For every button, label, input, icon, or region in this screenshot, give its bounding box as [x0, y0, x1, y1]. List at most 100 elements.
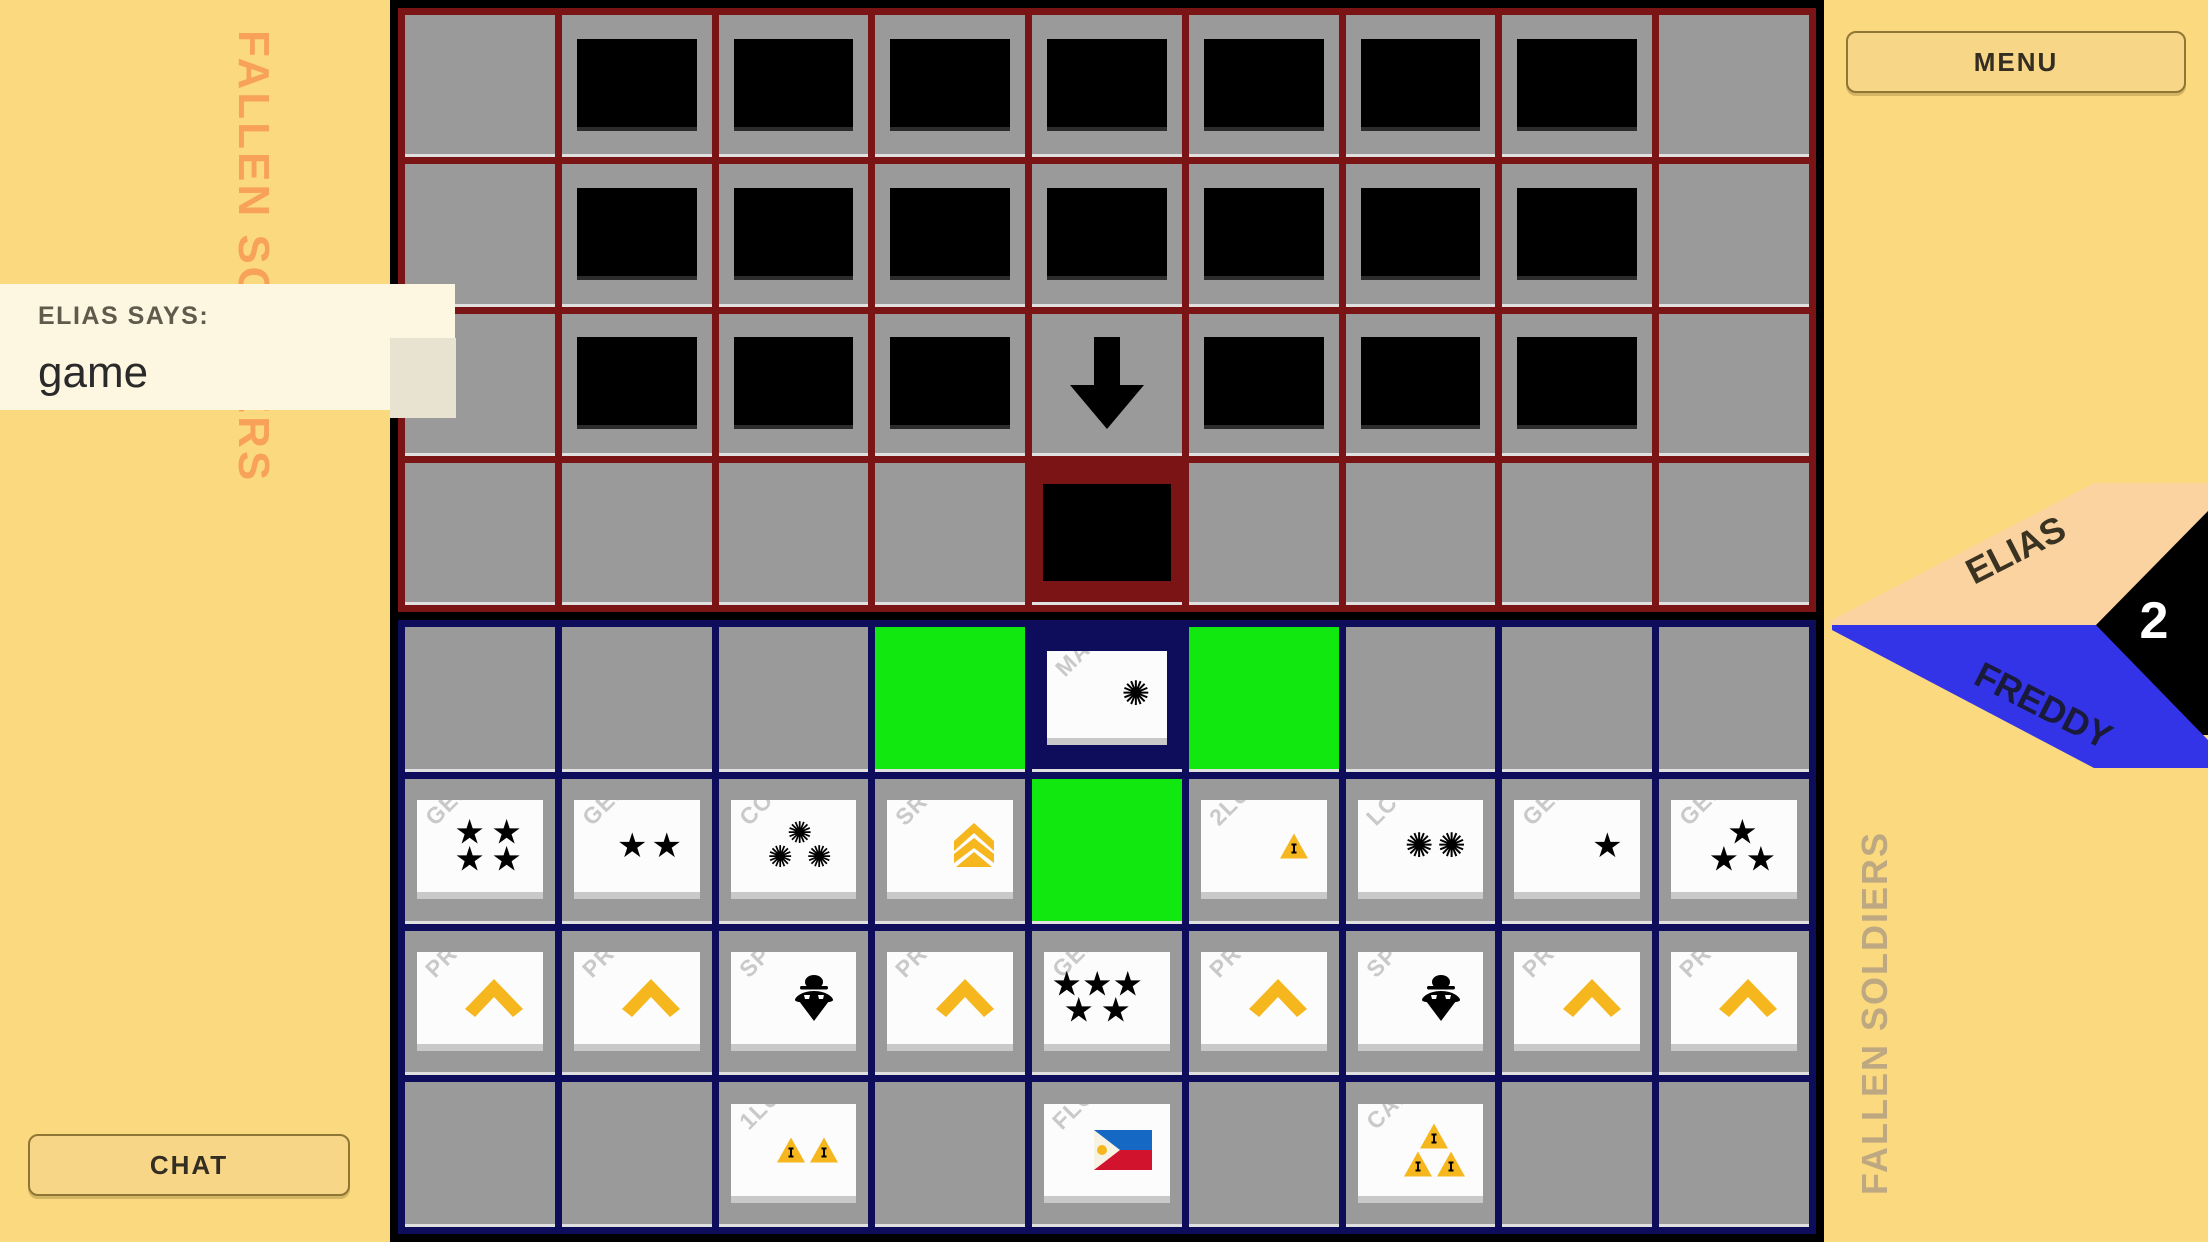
board-cell-enemy-hidden-piece[interactable] — [875, 15, 1026, 158]
board-cell-player-piece[interactable]: GEN ★ — [1502, 778, 1653, 924]
board-cell-enemy-hidden-piece[interactable] — [1188, 313, 1339, 456]
player-piece-card: GEN ★ ★ — [573, 800, 700, 900]
turn-number: 2 — [2140, 592, 2169, 650]
menu-button[interactable]: MENU — [1846, 31, 2186, 93]
board-cell-enemy-hidden-piece[interactable] — [1345, 164, 1496, 307]
board-cell-enemy-hidden-piece[interactable] — [1502, 15, 1653, 158]
piece-insignia: ✺ — [1122, 677, 1151, 711]
board-cell-empty[interactable] — [1188, 462, 1339, 605]
board-cell-valid-move[interactable] — [1188, 627, 1339, 772]
board-cell-empty[interactable] — [405, 627, 555, 772]
chat-button[interactable]: CHAT — [28, 1134, 350, 1196]
board-cell-enemy-hidden-piece[interactable] — [718, 313, 869, 456]
piece-insignia — [463, 977, 525, 1019]
enemy-hidden-card — [1517, 38, 1638, 131]
board-cell-empty[interactable] — [1659, 1082, 1809, 1227]
board-cell-empty[interactable] — [405, 1082, 555, 1227]
board-cell-enemy-hidden-piece[interactable] — [1345, 15, 1496, 158]
board-cell-player-piece[interactable]: PRV — [1659, 930, 1809, 1076]
board-cell-enemy-hidden-piece[interactable] — [1188, 164, 1339, 307]
down-arrow-icon — [1069, 337, 1144, 430]
board-cell-enemy-hidden-piece[interactable] — [561, 313, 712, 456]
board-cell-player-piece[interactable]: 2LU — [1188, 778, 1339, 924]
triangle-icon — [1403, 1151, 1432, 1177]
board-cell-empty[interactable] — [561, 462, 712, 605]
board-cell-enemy-hidden-piece[interactable] — [561, 15, 712, 158]
board-cell-player-piece[interactable]: COL ✺ ✺ ✺ — [718, 778, 869, 924]
piece-insignia: ★ ★ — [617, 829, 682, 863]
board-cell-player-piece[interactable]: SRG — [875, 778, 1026, 924]
player-piece-card: GEN ★ ★ ★ ★ — [416, 800, 543, 900]
board-cell-empty[interactable] — [875, 462, 1026, 605]
board-cell-empty[interactable] — [405, 462, 555, 605]
board-cell-empty[interactable] — [718, 627, 869, 772]
player-piece-card: MAJ ✺ — [1047, 651, 1167, 745]
board-cell-empty[interactable] — [875, 1082, 1026, 1227]
right-panel: MENU ELIAS FREDDY 2 FALLEN SOLDIERS — [1824, 0, 2208, 1242]
two-suns-icon: ✺ ✺ — [1404, 827, 1466, 866]
board-cell-enemy-hidden-piece[interactable] — [1502, 164, 1653, 307]
board-cell-enemy-hidden-piece[interactable] — [1345, 313, 1496, 456]
board-cell-player-piece[interactable]: PRV — [561, 930, 712, 1076]
triangle-icon — [809, 1137, 838, 1163]
board-cell-empty[interactable] — [1659, 627, 1809, 772]
piece-insignia: ★ ★ ★ — [1705, 816, 1779, 876]
board-cell-player-piece[interactable]: GEN ★ ★ ★ — [1659, 778, 1809, 924]
player-piece-card: GEN ★ ★ ★ — [1671, 800, 1797, 900]
board-cell-player-piece[interactable]: GEN ★ ★ — [561, 778, 712, 924]
board-cell-enemy-hidden-piece[interactable] — [718, 15, 869, 158]
board-cell-player-piece[interactable]: PRV — [405, 930, 555, 1076]
player-piece-card: PRV — [416, 951, 543, 1051]
piece-insignia — [1094, 1129, 1153, 1170]
board-cell-empty[interactable] — [561, 1082, 712, 1227]
board-cell-enemy-last-moved-piece[interactable] — [1032, 462, 1182, 605]
board-cell-player-piece-selected[interactable]: MAJ ✺ — [1032, 627, 1182, 772]
enemy-hidden-card — [890, 38, 1011, 131]
board-cell-enemy-hidden-piece[interactable] — [561, 164, 712, 307]
board-cell-player-piece[interactable]: PRV — [1502, 930, 1653, 1076]
board-cell-enemy-hidden-piece[interactable] — [875, 313, 1026, 456]
enemy-hidden-card — [1360, 337, 1481, 430]
board-cell-empty[interactable] — [1188, 1082, 1339, 1227]
board-cell-empty[interactable] — [1659, 164, 1809, 307]
board-cell-enemy-hidden-piece[interactable] — [718, 164, 869, 307]
board-cell-player-piece[interactable]: SPY — [718, 930, 869, 1076]
board-cell-player-piece[interactable]: CAP — [1345, 1082, 1496, 1227]
board-cell-empty[interactable] — [1502, 1082, 1653, 1227]
piece-insignia: ✺ ✺ — [1405, 829, 1466, 863]
board-cell-player-piece[interactable]: GEN ★ ★ ★ ★ — [405, 778, 555, 924]
board-cell-empty[interactable] — [1502, 627, 1653, 772]
board-cell-enemy-hidden-piece[interactable] — [1032, 164, 1182, 307]
board-cell-empty[interactable] — [405, 15, 555, 158]
board-cell-empty[interactable] — [1659, 313, 1809, 456]
player-piece-card: PRV — [1200, 951, 1327, 1051]
board-cell-empty[interactable] — [1659, 15, 1809, 158]
board-cell-player-piece[interactable]: GEN ★★★ ★ ★ — [1032, 930, 1182, 1076]
board-cell-empty[interactable] — [1345, 462, 1496, 605]
board-cell-empty[interactable] — [718, 462, 869, 605]
board-cell-valid-move[interactable] — [1032, 778, 1182, 924]
player-piece-card: CAP — [1357, 1103, 1484, 1203]
piece-rank-label: MAJ — [1050, 651, 1105, 682]
enemy-hidden-card — [1042, 483, 1172, 582]
board-cell-empty[interactable] — [1659, 462, 1809, 605]
board-cell-player-piece[interactable]: FLG — [1032, 1082, 1182, 1227]
board-cell-player-piece[interactable]: 1LU — [718, 1082, 869, 1227]
board-cell-enemy-hidden-piece[interactable] — [1502, 313, 1653, 456]
board-cell-empty[interactable] — [561, 627, 712, 772]
piece-rank-label: SPY — [733, 951, 787, 983]
board-cell-enemy-hidden-piece[interactable] — [875, 164, 1026, 307]
player-piece-card: PRV — [1514, 951, 1641, 1051]
board-cell-empty[interactable] — [1502, 462, 1653, 605]
board-cell-enemy-hidden-piece[interactable] — [1188, 15, 1339, 158]
board-cell-player-piece[interactable]: SPY — [1345, 930, 1496, 1076]
board-cell-player-piece[interactable]: LCO ✺ ✺ — [1345, 778, 1496, 924]
board-cell-valid-move[interactable] — [875, 627, 1026, 772]
board-cell-player-piece[interactable]: PRV — [1188, 930, 1339, 1076]
board-cell-last-move-origin[interactable] — [1032, 313, 1182, 456]
private-chevron-icon — [465, 978, 524, 1017]
board-cell-empty[interactable] — [1345, 627, 1496, 772]
board-cell-player-piece[interactable]: PRV — [875, 930, 1026, 1076]
player-grid: MAJ ✺ GEN ★ ★ ★ ★ GEN ★ ★ COL ✺ ✺ ✺ SRG 2LU LCO ✺ ✺ GEN ★ GEN… — [398, 620, 1816, 1234]
board-cell-enemy-hidden-piece[interactable] — [1032, 15, 1182, 158]
